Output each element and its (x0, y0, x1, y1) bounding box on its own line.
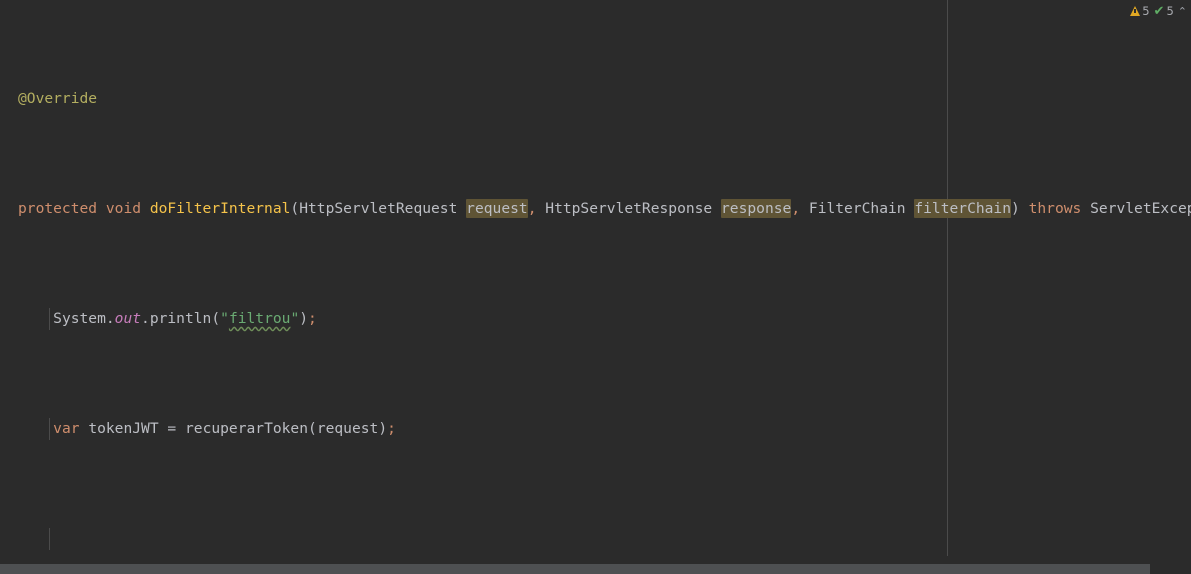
method-recuperartoken: recuperarToken (185, 420, 309, 437)
param-type-filterchain: FilterChain (808, 200, 906, 217)
warning-count: 5 (1142, 4, 1150, 18)
chevron-up-icon[interactable]: ⌃ (1178, 5, 1187, 18)
variable-tokenjwt: tokenJWT (88, 420, 159, 437)
param-name-filterchain: filterChain (914, 199, 1012, 218)
argument-request: request (316, 420, 379, 437)
keyword-protected: protected (18, 200, 98, 217)
param-type-request: HttpServletRequest (299, 200, 458, 217)
code-line[interactable]: System.out.println("filtrou"); (0, 308, 1191, 330)
inspection-widget[interactable]: 5 ✔ 5 ⌃ (1129, 4, 1187, 18)
keyword-throws: throws (1028, 200, 1082, 217)
paren-close: ) (378, 420, 388, 437)
ok-count: 5 (1166, 4, 1174, 18)
horizontal-scrollbar-thumb[interactable] (0, 564, 1150, 574)
semicolon: ; (308, 310, 317, 327)
method-println: println (149, 310, 212, 327)
code-line[interactable]: var tokenJWT = recuperarToken(request); (0, 418, 1191, 440)
ok-group[interactable]: ✔ 5 (1153, 4, 1175, 18)
field-out: out (114, 310, 142, 327)
param-type-response: HttpServletResponse (545, 200, 713, 217)
keyword-var: var (53, 420, 80, 437)
code-line[interactable]: @Override (0, 88, 1191, 110)
warning-triangle-icon (1130, 6, 1141, 16)
green-check-icon: ✔ (1153, 3, 1165, 19)
warning-group[interactable]: 5 (1129, 4, 1150, 18)
class-system: System (53, 310, 106, 327)
code-content[interactable]: @Override protected void doFilterInterna… (0, 0, 1191, 574)
keyword-void: void (105, 200, 142, 217)
paren-close: ) (1011, 200, 1020, 217)
code-line-blank[interactable] (0, 528, 1191, 550)
param-name-request: request (466, 199, 528, 218)
method-name-dofilterinternal: doFilterInternal (149, 200, 291, 217)
typo-filtrou: filtrou (228, 310, 291, 327)
dot: . (105, 310, 115, 327)
indent-guide (49, 308, 50, 330)
param-name-response: response (721, 199, 792, 218)
code-editor[interactable]: 5 ✔ 5 ⌃ @Override protected void doFilte… (0, 0, 1191, 574)
paren-close: ) (299, 310, 309, 327)
indent-guide (49, 418, 50, 440)
indent-guide (49, 528, 50, 550)
semicolon: ; (387, 420, 396, 437)
horizontal-scrollbar[interactable] (0, 564, 1191, 574)
paren-open: ( (211, 310, 221, 327)
code-line[interactable]: protected void doFilterInternal(HttpServ… (0, 198, 1191, 220)
exception-servletexception: ServletException (1090, 200, 1191, 217)
paren-open: ( (290, 200, 300, 217)
comma: , (791, 200, 801, 217)
string-literal: "filtrou" (220, 310, 300, 327)
dot: . (141, 310, 150, 327)
annotation-override: @Override (18, 90, 98, 107)
assign-operator: = (167, 420, 177, 437)
paren-open: ( (308, 420, 317, 437)
